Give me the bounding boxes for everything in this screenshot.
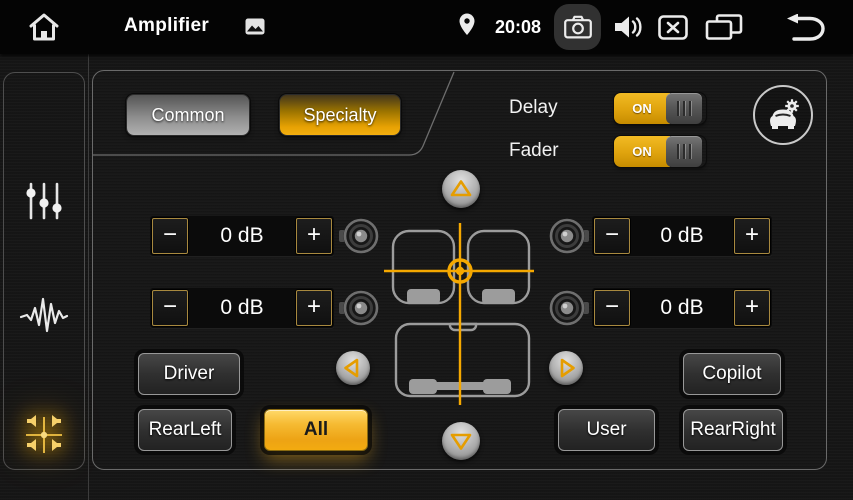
delay-toggle-handle xyxy=(666,93,702,124)
zone-driver-button[interactable]: Driver xyxy=(138,353,240,395)
gain-right-rear-value: 0 dB xyxy=(632,296,732,320)
camera-button[interactable] xyxy=(554,4,601,50)
move-up-button[interactable] xyxy=(442,170,480,208)
gain-right-rear-minus-button[interactable]: − xyxy=(594,290,630,326)
down-arrow-icon xyxy=(442,422,480,460)
move-down-button[interactable] xyxy=(442,422,480,460)
gain-right-front-minus-button[interactable]: − xyxy=(594,218,630,254)
tab-common[interactable]: Common xyxy=(126,94,250,136)
volume-icon[interactable] xyxy=(612,13,644,41)
sidebar-item-fader-balance[interactable] xyxy=(4,405,84,465)
zone-rearleft-button[interactable]: RearLeft xyxy=(138,409,232,451)
zone-driver-label: Driver xyxy=(164,363,215,385)
seat-crosshair-target[interactable] xyxy=(382,209,544,411)
gain-left-rear: − 0 dB + xyxy=(150,288,334,328)
speaker-icon xyxy=(338,216,380,256)
gain-right-front-plus-button[interactable]: + xyxy=(734,218,770,254)
gain-right-rear: − 0 dB + xyxy=(592,288,772,328)
fader-balance-icon xyxy=(21,412,67,458)
waveform-icon xyxy=(19,295,69,335)
gain-left-front: − 0 dB + xyxy=(150,216,334,256)
zone-rearright-button[interactable]: RearRight xyxy=(683,409,783,451)
gain-right-front-value: 0 dB xyxy=(632,224,732,248)
left-arrow-icon xyxy=(336,351,370,385)
zone-user-label: User xyxy=(586,419,626,441)
gain-left-rear-plus-button[interactable]: + xyxy=(296,290,332,326)
gain-left-rear-value: 0 dB xyxy=(190,296,294,320)
zone-all-label: All xyxy=(304,419,328,441)
home-icon[interactable] xyxy=(26,11,62,43)
tab-common-label: Common xyxy=(151,105,224,126)
amplifier-panel: Common Specialty Delay ON Fader ON xyxy=(92,70,827,470)
fader-toggle[interactable]: ON xyxy=(614,136,706,167)
zone-copilot-label: Copilot xyxy=(702,363,761,385)
fader-toggle-on-label: ON xyxy=(614,136,670,167)
fader-label: Fader xyxy=(509,140,619,162)
speaker-icon xyxy=(548,216,590,256)
status-bar: Amplifier 20:08 xyxy=(0,0,853,54)
gain-left-front-minus-button[interactable]: − xyxy=(152,218,188,254)
gain-left-rear-minus-button[interactable]: − xyxy=(152,290,188,326)
speaker-icon xyxy=(548,288,590,328)
close-window-icon[interactable] xyxy=(658,15,688,40)
right-arrow-icon xyxy=(549,351,583,385)
delay-toggle-on-label: ON xyxy=(614,93,670,124)
gain-right-rear-plus-button[interactable]: + xyxy=(734,290,770,326)
up-arrow-icon xyxy=(442,170,480,208)
car-settings-icon xyxy=(765,99,801,131)
recent-apps-icon[interactable] xyxy=(705,14,743,40)
fader-toggle-handle xyxy=(666,136,702,167)
zone-copilot-button[interactable]: Copilot xyxy=(683,353,781,395)
delay-label: Delay xyxy=(509,97,619,119)
head-unit-screen: Amplifier 20:08 xyxy=(0,0,853,500)
location-icon xyxy=(459,13,475,36)
zone-rearleft-label: RearLeft xyxy=(149,419,222,441)
clock: 20:08 xyxy=(495,17,541,38)
zone-rearright-label: RearRight xyxy=(690,419,776,441)
gallery-icon[interactable] xyxy=(245,18,265,35)
gain-left-front-value: 0 dB xyxy=(190,224,294,248)
speaker-icon xyxy=(338,288,380,328)
move-left-button[interactable] xyxy=(336,351,370,385)
zone-all-button[interactable]: All xyxy=(264,409,368,451)
divider xyxy=(88,54,89,500)
gain-right-front: − 0 dB + xyxy=(592,216,772,256)
delay-toggle[interactable]: ON xyxy=(614,93,706,124)
move-right-button[interactable] xyxy=(549,351,583,385)
zone-user-button[interactable]: User xyxy=(558,409,655,451)
sidebar xyxy=(3,72,85,470)
sidebar-item-equalizer[interactable] xyxy=(4,171,84,231)
car-settings-button[interactable] xyxy=(753,85,813,145)
tab-specialty[interactable]: Specialty xyxy=(279,94,401,136)
back-icon[interactable] xyxy=(782,14,826,41)
tab-specialty-label: Specialty xyxy=(303,105,376,126)
gain-left-front-plus-button[interactable]: + xyxy=(296,218,332,254)
page-title: Amplifier xyxy=(124,15,209,37)
equalizer-icon xyxy=(23,180,65,222)
sidebar-item-effects[interactable] xyxy=(4,285,84,345)
